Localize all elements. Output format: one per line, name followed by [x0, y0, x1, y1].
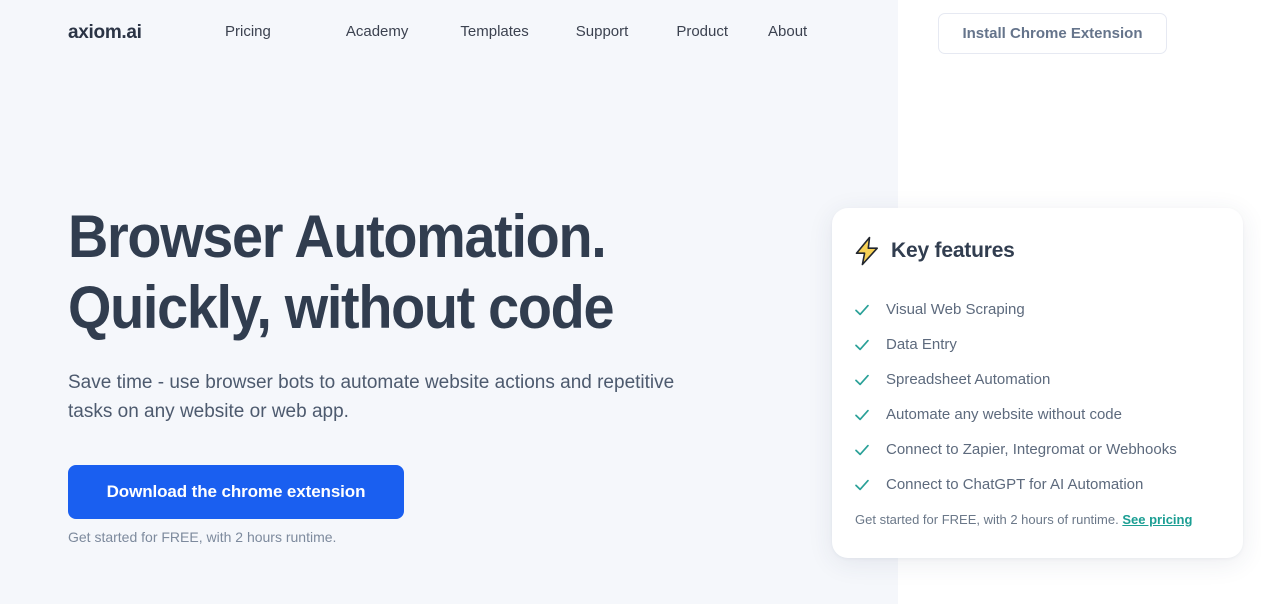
feature-label: Automate any website without code [886, 406, 1122, 423]
feature-label: Data Entry [886, 336, 957, 353]
cta-helper-text: Get started for FREE, with 2 hours runti… [68, 529, 337, 545]
download-chrome-extension-button[interactable]: Download the chrome extension [68, 465, 404, 519]
card-footer-note: Get started for FREE, with 2 hours of ru… [855, 512, 1192, 527]
nav-item-support[interactable]: Support [576, 23, 629, 40]
page-root: axiom.ai Pricing Academy Templates Suppo… [0, 0, 1261, 604]
nav-links: Pricing Academy Templates Support Produc… [225, 23, 807, 40]
check-icon [855, 374, 869, 385]
feature-label: Connect to ChatGPT for AI Automation [886, 476, 1144, 493]
check-icon [855, 339, 869, 350]
nav-item-product[interactable]: Product [676, 23, 728, 40]
feature-list-item: Connect to Zapier, Integromat or Webhook… [854, 432, 1234, 467]
brand-logo[interactable]: axiom.ai [68, 22, 142, 44]
key-features-header: Key features [853, 236, 1015, 266]
check-icon [855, 444, 869, 455]
nav-item-pricing[interactable]: Pricing [225, 23, 271, 40]
hero-heading-line-1: Browser Automation. [68, 203, 607, 270]
nav-item-academy[interactable]: Academy [346, 23, 409, 40]
lightning-bolt-icon [855, 236, 878, 266]
check-icon [855, 409, 869, 420]
feature-list-item: Visual Web Scraping [854, 292, 1234, 327]
feature-list-item: Spreadsheet Automation [854, 362, 1234, 397]
key-features-list: Visual Web Scraping Data Entry Spreadshe… [854, 292, 1234, 502]
see-pricing-link[interactable]: See pricing [1122, 512, 1192, 527]
feature-label: Visual Web Scraping [886, 301, 1025, 318]
hero-heading: Browser Automation. Quickly, without cod… [68, 201, 775, 343]
feature-list-item: Connect to ChatGPT for AI Automation [854, 467, 1234, 502]
feature-list-item: Data Entry [854, 327, 1234, 362]
feature-label: Connect to Zapier, Integromat or Webhook… [886, 441, 1177, 458]
hero-heading-line-2: Quickly, without code [68, 274, 614, 341]
feature-list-item: Automate any website without code [854, 397, 1234, 432]
feature-label: Spreadsheet Automation [886, 371, 1051, 388]
key-features-title: Key features [891, 239, 1015, 262]
nav-item-templates[interactable]: Templates [460, 23, 528, 40]
check-icon [855, 479, 869, 490]
install-chrome-extension-button[interactable]: Install Chrome Extension [938, 13, 1167, 54]
key-features-card: Key features Visual Web Scraping Data En… [832, 208, 1243, 558]
check-icon [855, 304, 869, 315]
top-navigation-bar: axiom.ai Pricing Academy Templates Suppo… [0, 0, 1261, 66]
hero-subtitle: Save time - use browser bots to automate… [68, 372, 675, 422]
card-footer-text: Get started for FREE, with 2 hours of ru… [855, 512, 1119, 527]
nav-item-about[interactable]: About [768, 23, 807, 40]
